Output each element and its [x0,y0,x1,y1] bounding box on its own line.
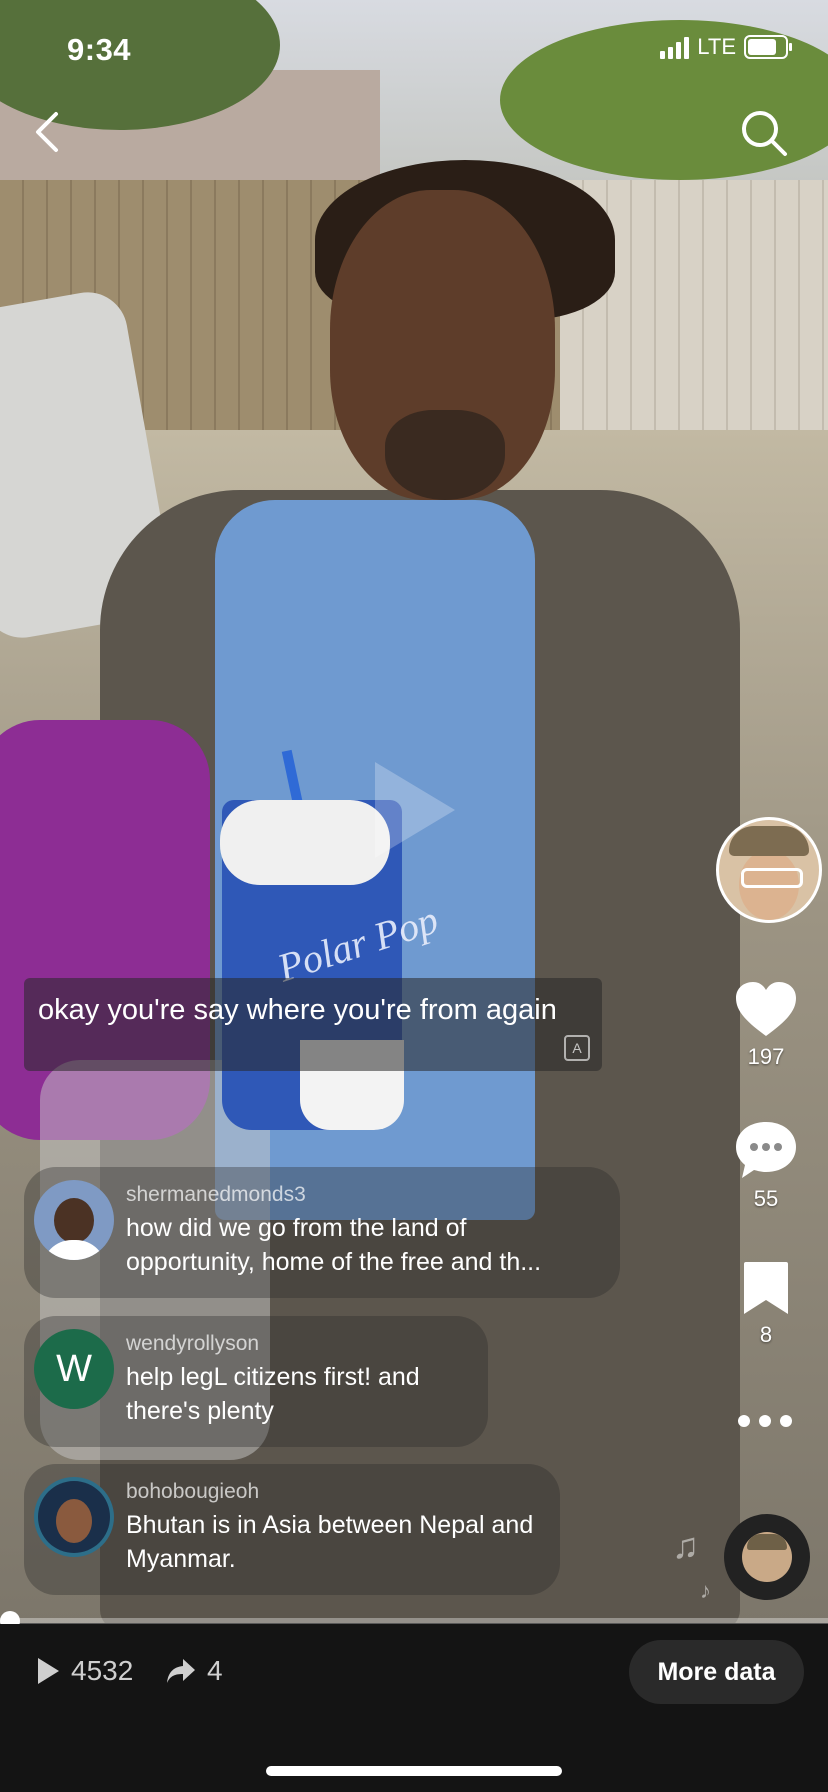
share-arrow-icon [167,1659,195,1683]
music-disc-button[interactable] [724,1514,810,1600]
play-count: 4532 [71,1655,134,1686]
like-count: 197 [747,1044,785,1069]
video-screen: Polar Pop 9:34 LTE 197 55 8 ♫ ♪ okay you… [0,0,828,1792]
save-count: 8 [759,1322,773,1347]
comment-button[interactable]: 55 [721,1120,811,1212]
comment-avatar [34,1180,114,1260]
comment-item[interactable]: bohobougieoh Bhutan is in Asia between N… [24,1464,560,1595]
home-indicator[interactable] [266,1766,562,1776]
music-note-small-icon: ♪ [700,1578,711,1603]
battery-icon [744,35,792,59]
share-count-stat: 4 [165,1655,223,1687]
video-person-beard [385,410,505,500]
video-caption: okay you're say where you're from again … [24,978,602,1071]
comment-item[interactable]: W wendyrollyson help legL citizens first… [24,1316,488,1447]
more-data-button[interactable]: More data [629,1640,804,1704]
comment-username: wendyrollyson [126,1332,260,1355]
translate-icon[interactable]: A [564,1035,590,1061]
comment-avatar: W [34,1329,114,1409]
comment-username: bohobougieoh [126,1480,260,1503]
search-button[interactable] [738,107,790,159]
comment-bubble-icon [736,1122,796,1178]
music-note-icon: ♫ [672,1525,699,1566]
search-icon [742,111,787,156]
share-count: 4 [207,1655,223,1686]
video-cup-lid [220,800,390,885]
caption-text: okay you're say where you're from again [38,994,557,1026]
network-label: LTE [697,34,736,59]
comment-avatar [34,1477,114,1557]
heart-icon [736,982,796,1036]
save-button[interactable]: 8 [721,1260,811,1348]
status-time: 9:34 [67,32,132,67]
like-button[interactable]: 197 [721,980,811,1070]
comment-username: shermanedmonds3 [126,1183,306,1206]
play-icon [375,762,455,858]
comment-text: Bhutan is in Asia between Nepal and Myan… [126,1511,534,1573]
play-count-stat: 4532 [38,1655,133,1687]
creator-avatar[interactable] [716,817,822,923]
status-indicators: LTE [660,34,792,60]
music-disc-avatar [742,1532,792,1582]
back-button[interactable] [28,108,68,156]
comment-text: help legL citizens first! and there's pl… [126,1363,420,1425]
bookmark-icon [744,1262,788,1314]
comment-text: how did we go from the land of opportuni… [126,1214,542,1276]
signal-icon [660,35,690,59]
more-options-button[interactable] [738,1415,792,1427]
comment-item[interactable]: shermanedmonds3 how did we go from the l… [24,1167,620,1298]
play-count-icon [38,1658,59,1684]
chevron-left-icon [36,112,58,152]
comment-count: 55 [753,1186,779,1211]
